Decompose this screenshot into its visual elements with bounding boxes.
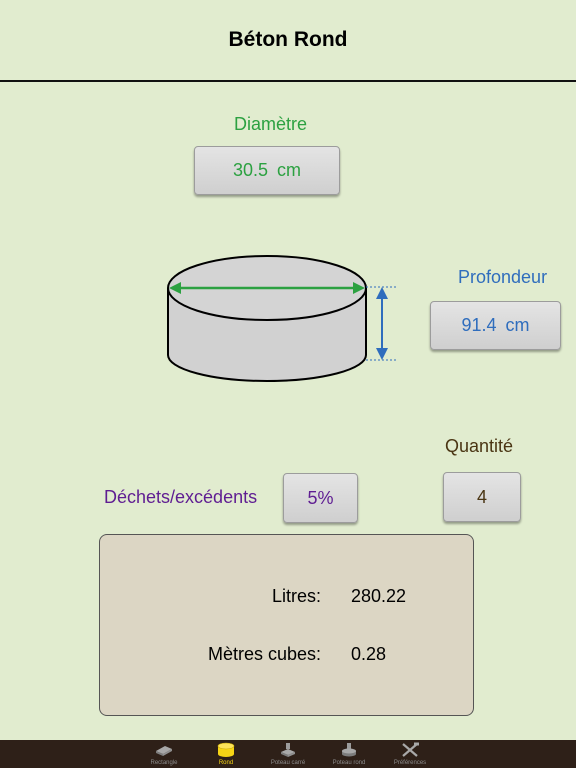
cubic-meters-label: Mètres cubes: — [207, 644, 321, 664]
diameter-value: 30.5 — [232, 160, 269, 180]
tab-preferences-label: Préférences — [393, 760, 427, 766]
tab-rectangle-label: Rectangle — [150, 760, 178, 766]
tab-round-post-label: Poteau rond — [332, 760, 366, 766]
square-post-icon — [281, 743, 295, 757]
tab-round-label: Rond — [218, 760, 234, 766]
waste-button[interactable]: 5% — [283, 473, 358, 523]
results-panel: Litres: 280.22 Mètres cubes: 0.28 — [99, 534, 474, 716]
waste-label: Déchets/excédents — [104, 487, 258, 507]
depth-arrowhead-top — [376, 287, 388, 299]
liters-value: 280.22 — [351, 586, 407, 606]
quantity-label: Quantité — [445, 436, 514, 456]
header-divider — [0, 80, 576, 82]
diameter-unit: cm — [277, 160, 302, 180]
rectangle-slab-icon — [156, 746, 172, 756]
liters-label: Litres: — [271, 586, 321, 606]
depth-value: 91.4 — [461, 315, 497, 335]
quantity-value: 4 — [476, 486, 487, 507]
tab-square-post[interactable]: Poteau carré — [258, 740, 318, 768]
depth-arrowhead-bottom — [376, 348, 388, 360]
waste-value: 5% — [307, 487, 334, 508]
tools-icon — [402, 742, 419, 757]
round-post-icon — [342, 743, 356, 757]
diameter-label: Diamètre — [233, 114, 308, 134]
tab-round-post[interactable]: Poteau rond — [319, 740, 379, 768]
tab-square-post-label: Poteau carré — [270, 760, 306, 766]
cylinder-icon — [217, 742, 235, 757]
cubic-meters-value: 0.28 — [351, 644, 387, 664]
tab-rectangle[interactable]: Rectangle — [134, 740, 194, 768]
header: Béton Rond — [0, 0, 576, 82]
tab-preferences[interactable]: Préférences — [380, 740, 440, 768]
depth-label: Profondeur — [458, 267, 548, 287]
tab-bar: Rectangle Rond Poteau carré Poteau rond — [0, 740, 576, 768]
quantity-button[interactable]: 4 — [443, 472, 521, 522]
cylinder-diagram — [167, 255, 396, 382]
depth-unit: cm — [505, 315, 530, 335]
tab-round[interactable]: Rond — [196, 740, 256, 768]
depth-button[interactable]: 91.4 cm — [430, 301, 561, 350]
diameter-button[interactable]: 30.5 cm — [194, 146, 340, 195]
page-title: Béton Rond — [228, 28, 348, 51]
